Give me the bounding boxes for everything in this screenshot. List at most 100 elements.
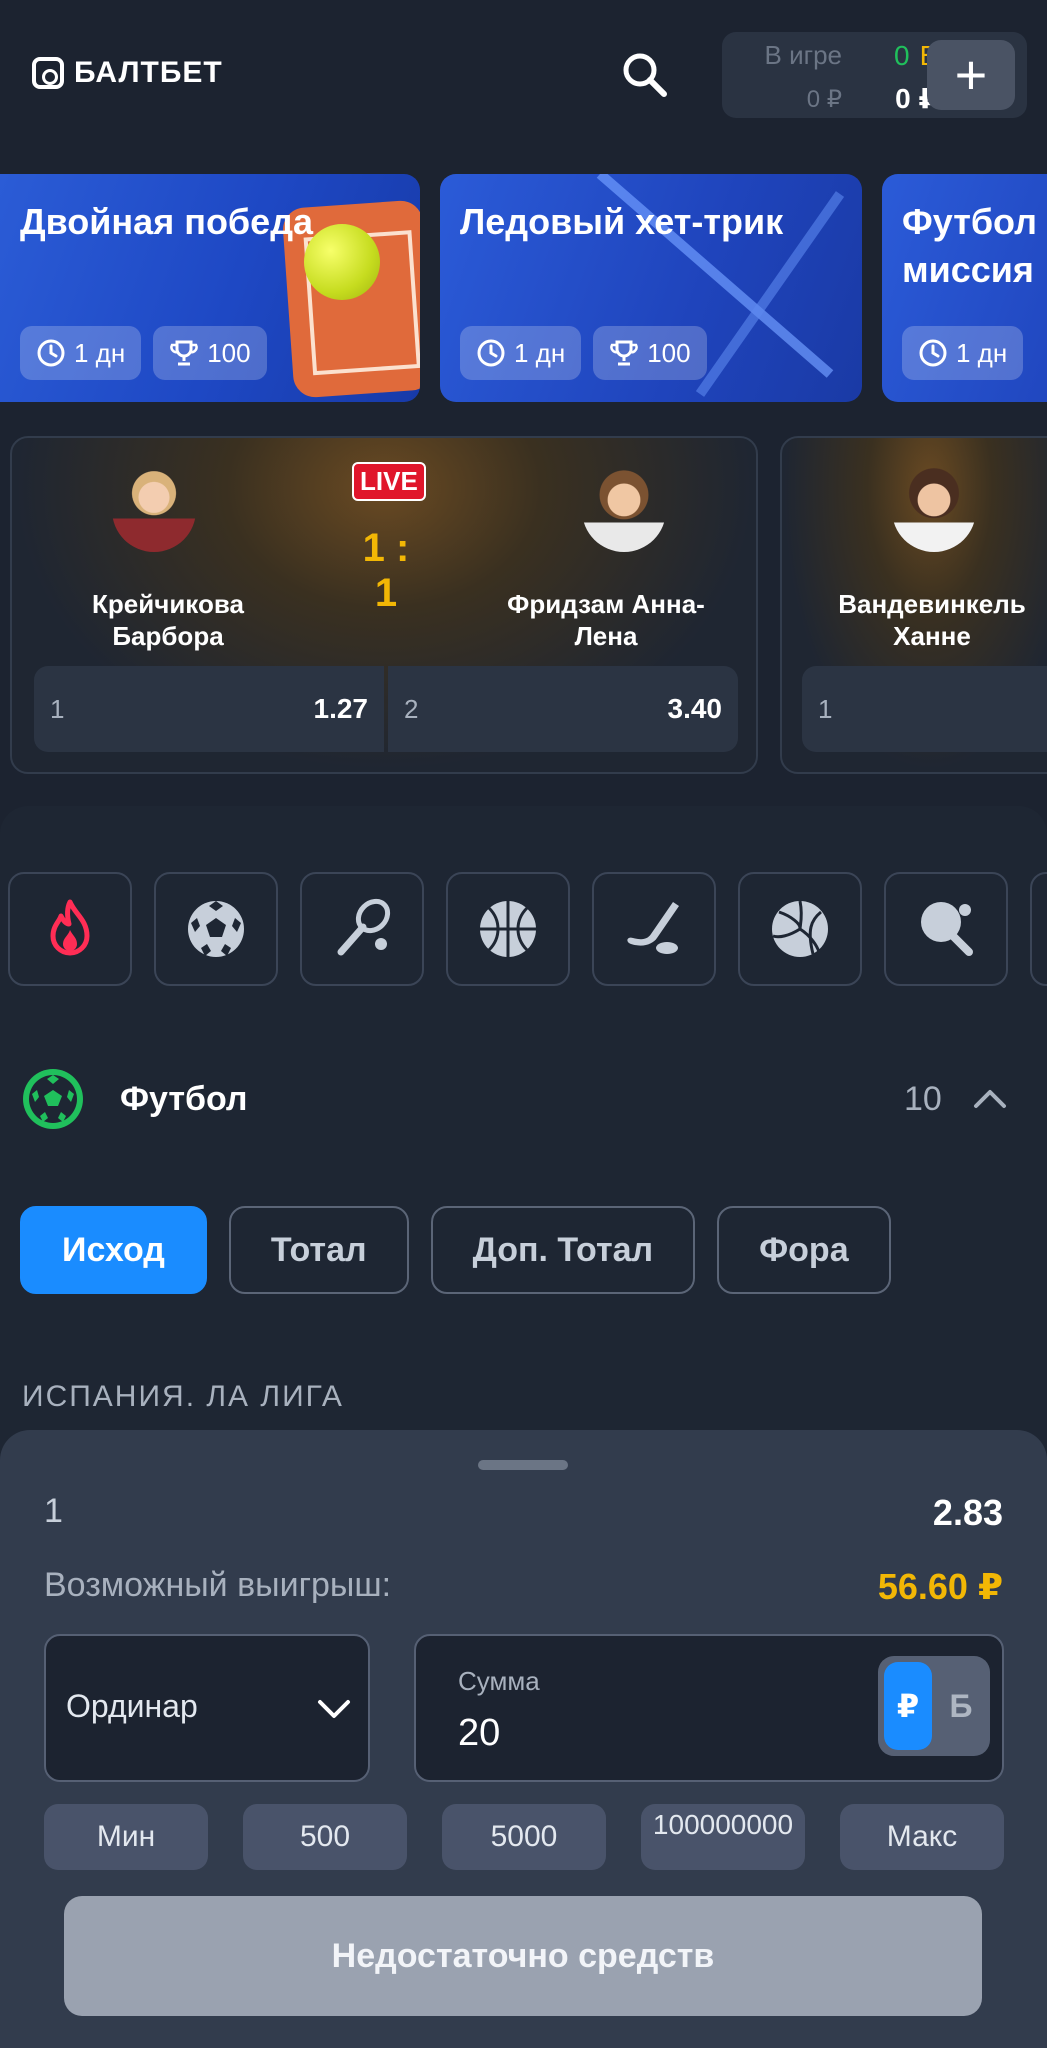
match-score: 1 : 1 [362,526,410,615]
duration-chip: 1 дн [20,326,142,380]
odds-button[interactable]: 2 3.40 [388,666,738,752]
basketball-icon [480,901,536,957]
promo-title: Двойная победа [20,201,314,242]
promo-title: Ледовый хет-трик [460,201,784,242]
odds-button[interactable]: 1 1.27 [34,666,384,752]
amount-value[interactable]: 20 [458,1712,500,1755]
brand-logo[interactable]: БАЛТБЕТ [32,56,223,90]
sport-volleyball[interactable] [738,872,862,986]
brand-name: БАЛТБЕТ [74,56,223,89]
prize-chip: 100 [153,326,267,380]
odds-button[interactable]: 1 [802,666,1047,752]
filter-outcome[interactable]: Исход [20,1206,207,1294]
match-card[interactable]: Вандевинкель Ханне 1 [780,436,1047,774]
duration-text: 1 дн [514,337,566,368]
baltbet-logo-icon [32,57,64,89]
sport-basketball[interactable] [446,872,570,986]
promo-card[interactable]: Футбол миссия 1 дн [882,174,1047,402]
live-badge: LIVE [352,462,426,501]
bet-type-select[interactable]: Ординар [44,1634,370,1782]
sport-top[interactable] [8,872,132,986]
prize-chip: 100 [593,326,707,380]
chevron-up-icon[interactable] [970,1082,1010,1112]
event-count: 10 [904,1080,942,1118]
filter-total[interactable]: Тотал [228,1206,409,1294]
clock-icon [477,339,505,367]
in-game-balance: В игре 0 ₽ [742,40,843,114]
bonus-count: 0 [894,40,910,71]
prize-text: 100 [207,337,251,368]
deposit-button[interactable]: + [927,40,1015,110]
sport-table-tennis[interactable] [884,872,1008,986]
player-avatar [112,468,196,552]
drag-handle[interactable] [478,1460,568,1470]
currency-rub[interactable]: ₽ [884,1662,932,1750]
clock-icon [919,339,947,367]
clock-icon [37,339,65,367]
odds-label: 1 [818,693,833,724]
amount-caption: Сумма [458,1666,540,1696]
possible-win-value: 56.60 ₽ [877,1566,1003,1607]
football-section-header[interactable]: Футбол 10 [20,1064,1030,1134]
sport-hockey[interactable] [592,872,716,986]
sport-football[interactable] [154,872,278,986]
volleyball-icon [772,900,828,957]
main-balance: 0Б 0 ₽ [852,40,938,115]
promo-card[interactable]: Двойная победа 1 дн 100 [0,174,420,402]
sport-more[interactable] [1030,872,1047,986]
quick-stake-min[interactable]: Мин [44,1804,208,1870]
promo-carousel[interactable]: Двойная победа 1 дн 100 Ледовый хет-трик… [0,174,1047,404]
hockey-icon [627,902,679,954]
stake-amount-field[interactable]: Сумма 20 ₽ Б [414,1634,1004,1782]
filter-extra-total[interactable]: Доп. Тотал [430,1206,696,1294]
quick-stake-max[interactable]: Макс [840,1804,1004,1870]
player-name: Вандевинкель Ханне [838,589,1026,651]
player-avatar [582,468,666,552]
filter-handicap[interactable]: Фора [717,1206,891,1294]
promo-title: Футбол миссия [902,201,1038,290]
duration-chip: 1 дн [902,326,1024,380]
bet-slip: 1 2.83 Возможный выигрыш: 56.60 ₽ Ордина… [0,1430,1047,2048]
odds-value: 1.27 [313,693,369,724]
currency-bonus[interactable]: Б [936,1662,986,1750]
header: БАЛТБЕТ В игре 0 ₽ 0Б 0 ₽ + [0,0,1047,150]
in-game-label: В игре [764,40,843,70]
trophy-icon [170,340,198,366]
duration-text: 1 дн [74,337,126,368]
player-name: Крейчикова Барбора [92,589,244,651]
main-balance-value: 0 ₽ [895,83,938,114]
duration-text: 1 дн [956,337,1008,368]
search-icon[interactable] [620,50,670,100]
prize-text: 100 [647,337,691,368]
quick-stake-500[interactable]: 500 [243,1804,407,1870]
soccer-ball-icon [188,901,244,957]
balance-widget[interactable]: В игре 0 ₽ 0Б 0 ₽ + [722,32,1027,118]
duration-chip: 1 дн [460,326,582,380]
player-name: Фридзам Анна-Лена [507,589,705,651]
sport-selector[interactable] [0,872,1047,988]
league-title: ИСПАНИЯ. ЛА ЛИГА [22,1380,344,1413]
odds-label: 1 [50,693,65,724]
selection-outcome: 1 [44,1492,63,1530]
bet-type-value: Ординар [66,1688,198,1724]
table-tennis-icon [921,902,973,956]
match-card[interactable]: LIVE 1 : 1 Крейчикова Барбора Фридзам Ан… [10,436,758,774]
quick-stakes: Мин 500 5000 100000000 Макс [44,1804,1004,1870]
live-matches-carousel[interactable]: LIVE 1 : 1 Крейчикова Барбора Фридзам Ан… [0,436,1047,776]
odds-value: 3.40 [667,693,723,724]
market-filters: Исход Тотал Доп. Тотал Фора [20,1206,891,1294]
sport-tennis[interactable] [300,872,424,986]
quick-stake-5000[interactable]: 5000 [442,1804,606,1870]
quick-stake-large[interactable]: 100000000 [641,1804,805,1870]
trophy-icon [610,340,638,366]
tennis-icon [337,898,391,956]
chevron-down-icon [318,1700,350,1718]
fire-icon [50,899,90,956]
place-bet-button[interactable]: Недостаточно средств [64,1896,982,2016]
currency-toggle[interactable]: ₽ Б [878,1656,990,1756]
possible-win-label: Возможный выигрыш: [44,1566,392,1604]
selection-odds: 2.83 [932,1492,1003,1533]
in-game-value: 0 ₽ [806,86,842,113]
soccer-ball-icon [23,1069,83,1129]
promo-card[interactable]: Ледовый хет-трик 1 дн 100 [440,174,862,402]
